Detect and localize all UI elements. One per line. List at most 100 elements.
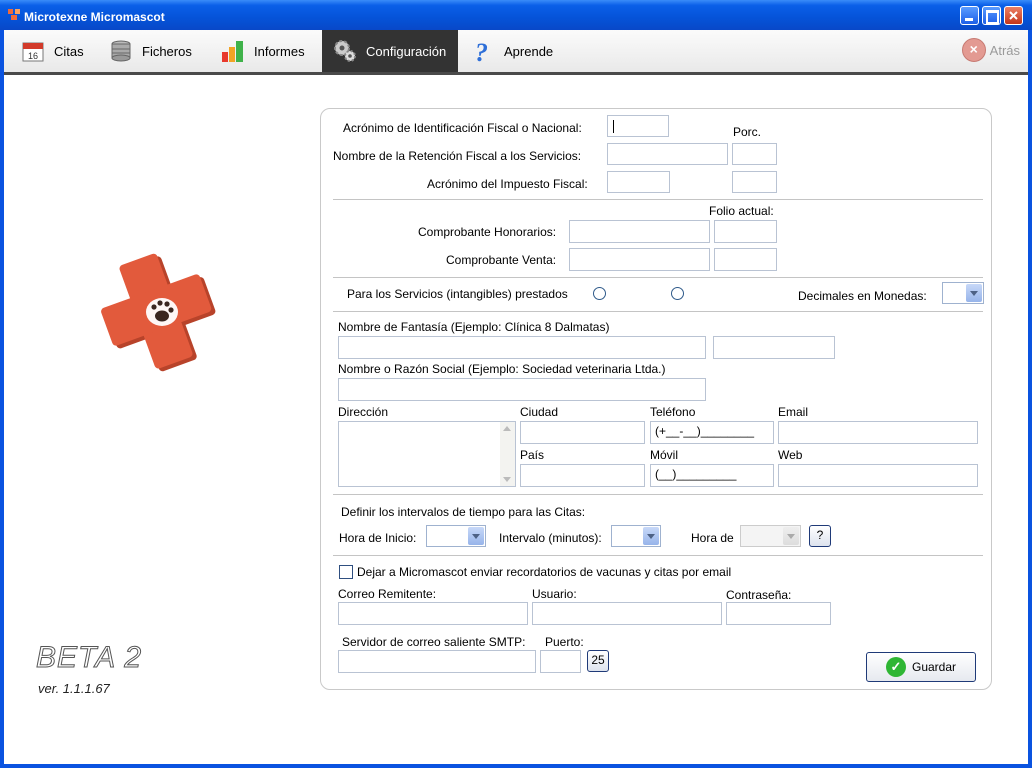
services-label: Para los Servicios (intangibles) prestad…	[347, 287, 568, 301]
phone-input[interactable]: (+__-__)________	[650, 421, 774, 444]
database-icon	[111, 40, 131, 62]
close-button[interactable]	[1004, 6, 1023, 25]
email-label: Email	[778, 405, 809, 419]
voucher-fees-label: Comprobante Honorarios:	[418, 225, 557, 239]
text-cursor	[613, 120, 614, 133]
svg-text:16: 16	[28, 51, 38, 61]
content-area: BETA 2 ver. 1.1.1.67 Acrónimo de Identif…	[4, 75, 1028, 764]
fiscal-acronym-input[interactable]	[607, 115, 669, 137]
smtp-password-input[interactable]	[726, 602, 831, 625]
maximize-button[interactable]	[982, 6, 1001, 25]
country-input[interactable]	[520, 464, 645, 487]
vet-cross-logo	[101, 253, 216, 372]
services-radio-1[interactable]	[593, 287, 606, 300]
smtp-user-label: Usuario:	[532, 587, 577, 601]
help-question-icon: ?	[475, 38, 488, 64]
intervals-help-button[interactable]: ?	[809, 525, 831, 547]
chevron-down-icon	[468, 527, 484, 545]
smtp-port-input[interactable]	[540, 650, 581, 673]
version-label: ver. 1.1.1.67	[38, 681, 110, 696]
tab-configuracion[interactable]: Configuración	[322, 30, 458, 72]
interval-minutes-label: Intervalo (minutos):	[499, 531, 602, 545]
configuration-panel: Acrónimo de Identificación Fiscal o Naci…	[320, 108, 992, 690]
city-label: Ciudad	[520, 405, 559, 419]
email-input[interactable]	[778, 421, 978, 444]
tax-acronym-input[interactable]	[607, 171, 670, 193]
web-label: Web	[778, 448, 803, 462]
interval-minutes-select[interactable]	[611, 525, 661, 547]
web-input[interactable]	[778, 464, 978, 487]
tax-percent-input[interactable]	[732, 171, 777, 193]
sender-email-input[interactable]	[338, 602, 528, 625]
start-time-label: Hora de Inicio:	[339, 531, 417, 545]
gears-icon	[334, 40, 356, 62]
phone-label: Teléfono	[650, 405, 696, 419]
folio-label: Folio actual:	[709, 204, 774, 218]
close-icon	[1009, 11, 1018, 20]
save-label: Guardar	[911, 660, 957, 674]
calendar-icon: 16	[22, 42, 44, 62]
services-radio-2[interactable]	[671, 287, 684, 300]
checkmark-icon: ✓	[885, 657, 906, 677]
smtp-port-label: Puerto:	[545, 635, 584, 649]
mobile-input[interactable]: (__)_________	[650, 464, 774, 487]
tab-ficheros-label: Ficheros	[142, 43, 192, 59]
voucher-fees-folio-input[interactable]	[714, 220, 777, 243]
tax-acronym-label: Acrónimo del Impuesto Fiscal:	[427, 177, 588, 191]
start-time-select[interactable]	[426, 525, 486, 547]
end-time-select[interactable]	[740, 525, 801, 547]
end-time-label: Hora de	[691, 531, 734, 545]
main-toolbar: 16 Citas Ficheros Informes Configuración…	[4, 30, 1028, 75]
smtp-user-input[interactable]	[532, 602, 722, 625]
minimize-button[interactable]	[960, 6, 979, 25]
window-title: Microtexne Micromascot	[24, 10, 165, 24]
decimals-select[interactable]	[942, 282, 984, 304]
phone-mask: (+__-__)________	[655, 424, 755, 438]
back-button[interactable]: × Atrás	[961, 38, 1020, 62]
retention-name-input[interactable]	[607, 143, 728, 165]
separator	[333, 494, 983, 495]
tab-aprende[interactable]: ? Aprende	[470, 30, 553, 72]
tab-citas[interactable]: 16 Citas	[20, 30, 84, 72]
address-scrollbar[interactable]	[500, 422, 515, 486]
tab-informes-label: Informes	[254, 43, 305, 59]
mobile-label: Móvil	[650, 448, 679, 462]
smtp-port-default-button[interactable]: 25	[587, 650, 609, 672]
tab-informes[interactable]: Informes	[220, 30, 305, 72]
tab-citas-label: Citas	[54, 43, 84, 59]
chevron-down-icon	[783, 527, 799, 545]
smtp-server-input[interactable]	[338, 650, 536, 673]
smtp-password-label: Contraseña:	[726, 588, 792, 602]
save-button[interactable]: ✓ Guardar	[866, 652, 976, 682]
maximize-icon	[986, 10, 999, 24]
mobile-mask: (__)_________	[655, 467, 737, 481]
beta-label: BETA 2	[35, 641, 143, 675]
scroll-up-icon	[503, 426, 511, 431]
back-x-icon: ×	[961, 38, 986, 62]
legal-name-label: Nombre o Razón Social (Ejemplo: Sociedad…	[338, 362, 666, 376]
app-logo-icon	[8, 9, 20, 20]
voucher-fees-input[interactable]	[569, 220, 710, 243]
intervals-title: Definir los intervalos de tiempo para la…	[341, 505, 586, 519]
retention-name-label: Nombre de la Retención Fiscal a los Serv…	[333, 149, 582, 163]
voucher-sale-label: Comprobante Venta:	[446, 253, 557, 267]
fantasy-name-label: Nombre de Fantasía (Ejemplo: Clínica 8 D…	[338, 320, 610, 334]
title-bar[interactable]: Microtexne Micromascot	[0, 0, 1032, 30]
address-label: Dirección	[338, 405, 389, 419]
legal-name-input[interactable]	[338, 378, 706, 401]
city-input[interactable]	[520, 421, 645, 444]
voucher-sale-folio-input[interactable]	[714, 248, 777, 271]
svg-text:?: ?	[475, 38, 488, 64]
email-reminders-label: Dejar a Micromascot enviar recordatorios…	[357, 565, 732, 579]
email-reminders-checkbox[interactable]	[339, 565, 353, 579]
voucher-sale-input[interactable]	[569, 248, 710, 271]
smtp-server-label: Servidor de correo saliente SMTP:	[342, 635, 526, 649]
address-textarea[interactable]	[338, 421, 516, 487]
chevron-down-icon	[643, 527, 659, 545]
separator	[333, 277, 983, 278]
fantasy-name-input[interactable]	[338, 336, 706, 359]
chevron-down-icon	[966, 284, 982, 302]
retention-percent-input[interactable]	[732, 143, 777, 165]
tab-ficheros[interactable]: Ficheros	[108, 30, 192, 72]
fantasy-extra-input[interactable]	[713, 336, 835, 359]
